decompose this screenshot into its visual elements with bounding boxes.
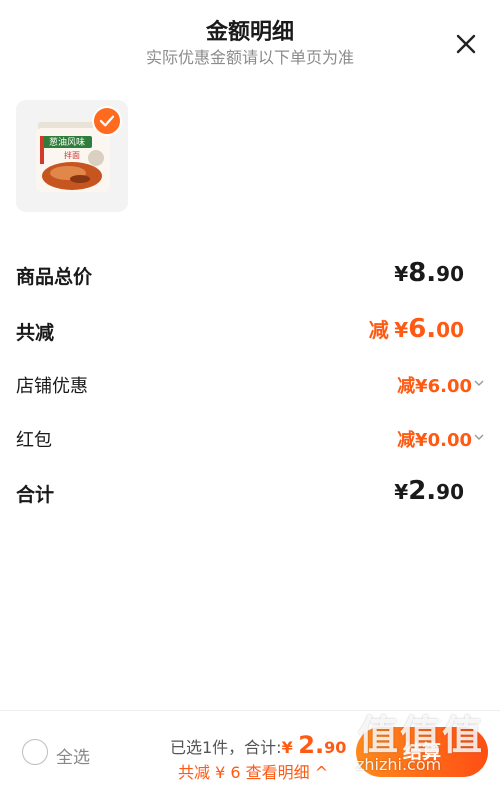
grand-total-label: 合计: [16, 484, 55, 506]
page-title: 金额明细: [205, 20, 294, 45]
shop-discount-row[interactable]: 店铺优惠 减¥6.00: [0, 366, 500, 406]
total-price-value: ¥8.90: [394, 258, 464, 288]
total-discount-row: 共减 减 ¥6.00: [0, 312, 500, 352]
checkout-button[interactable]: 结算: [356, 727, 488, 777]
total-discount-value: 减 ¥6.00: [368, 314, 464, 344]
footer-bar: 全选 已选1件，合计:¥ 2.90 共减 ¥ 6 查看明细 ^ 结算 值值值 z…: [0, 711, 500, 785]
chevron-down-icon[interactable]: [474, 432, 484, 442]
select-all-label[interactable]: 全选: [56, 743, 90, 768]
shop-discount-value: 减¥6.00: [397, 376, 472, 397]
total-discount-label: 共减: [16, 322, 55, 344]
red-packet-row[interactable]: 红包 减¥0.00: [0, 420, 500, 460]
select-all-radio[interactable]: [22, 739, 48, 765]
image-label-bottom: 拌面: [64, 150, 80, 160]
total-price-row: 商品总价 ¥8.90: [0, 256, 500, 296]
shop-discount-label: 店铺优惠: [16, 376, 88, 397]
red-packet-value: 减¥0.00: [397, 430, 472, 451]
image-label-top: 葱油风味: [49, 136, 85, 148]
grand-total-value: ¥2.90: [394, 476, 464, 506]
header: 金额明细 实际优惠金额请以下单页为准: [0, 0, 500, 80]
chevron-down-icon[interactable]: [474, 378, 484, 388]
selected-summary: 已选1件，合计:¥ 2.90: [170, 731, 347, 759]
selected-check-icon[interactable]: [92, 106, 122, 136]
view-details-link[interactable]: 共减 ¥ 6 查看明细 ^: [178, 759, 328, 783]
total-price-label: 商品总价: [16, 266, 93, 288]
page-subtitle: 实际优惠金额请以下单页为准: [145, 48, 354, 67]
close-icon[interactable]: [452, 30, 480, 58]
grand-total-row: 合计 ¥2.90: [0, 474, 500, 514]
red-packet-label: 红包: [16, 430, 52, 451]
